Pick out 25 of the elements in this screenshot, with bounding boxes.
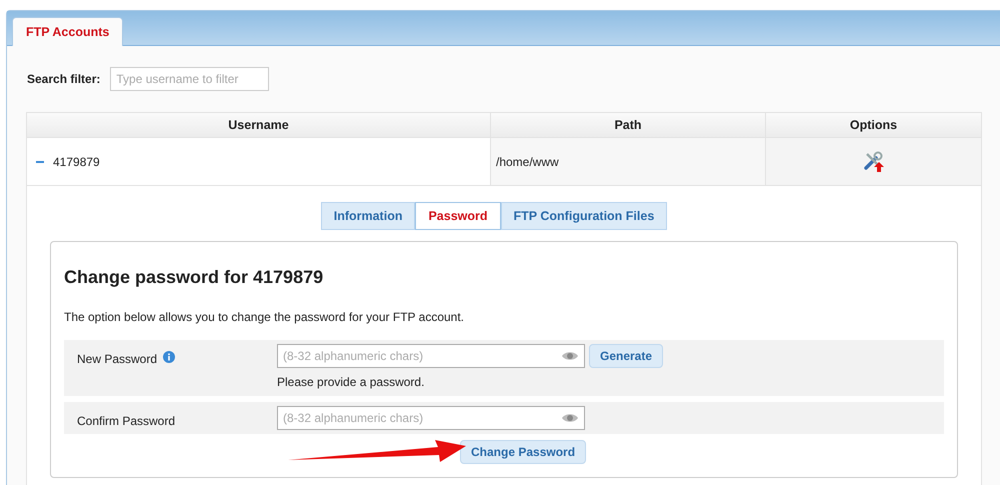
eye-icon[interactable] [561,350,579,362]
search-field[interactable]: Type username to filter [110,67,270,91]
search-label: Search filter: [27,71,100,88]
eye-icon[interactable] [561,412,579,424]
detail-tab[interactable]: Password [415,202,501,230]
tab[interactable]: FTP Accounts [12,17,124,46]
change-password-button[interactable]: Change Password [460,440,586,464]
card-title: Change password for 4179879 [64,266,324,289]
field-label: Confirm Password [77,413,176,430]
field-label: New Password [77,351,158,368]
tools-icon[interactable] [862,150,886,174]
generate-button[interactable]: Generate [589,344,664,368]
arrow-icon [288,438,468,464]
table-cell: /home/www [490,138,765,185]
detail-tab[interactable]: Information [320,202,416,230]
column-header: Options [765,113,981,137]
info-icon[interactable] [163,351,176,363]
password-field[interactable]: (8-32 alphanumeric chars) [277,344,585,368]
username-text: 4179879 [53,154,100,170]
password-field[interactable]: (8-32 alphanumeric chars) [277,406,585,430]
card-description: The option below allows you to change the password for your FTP account. [64,309,466,326]
detail-tab[interactable]: FTP Configuration Files [500,202,668,230]
error-message: Please provide a password. [277,374,426,391]
column-header: Username [227,116,290,134]
column-header: Path [490,113,765,137]
